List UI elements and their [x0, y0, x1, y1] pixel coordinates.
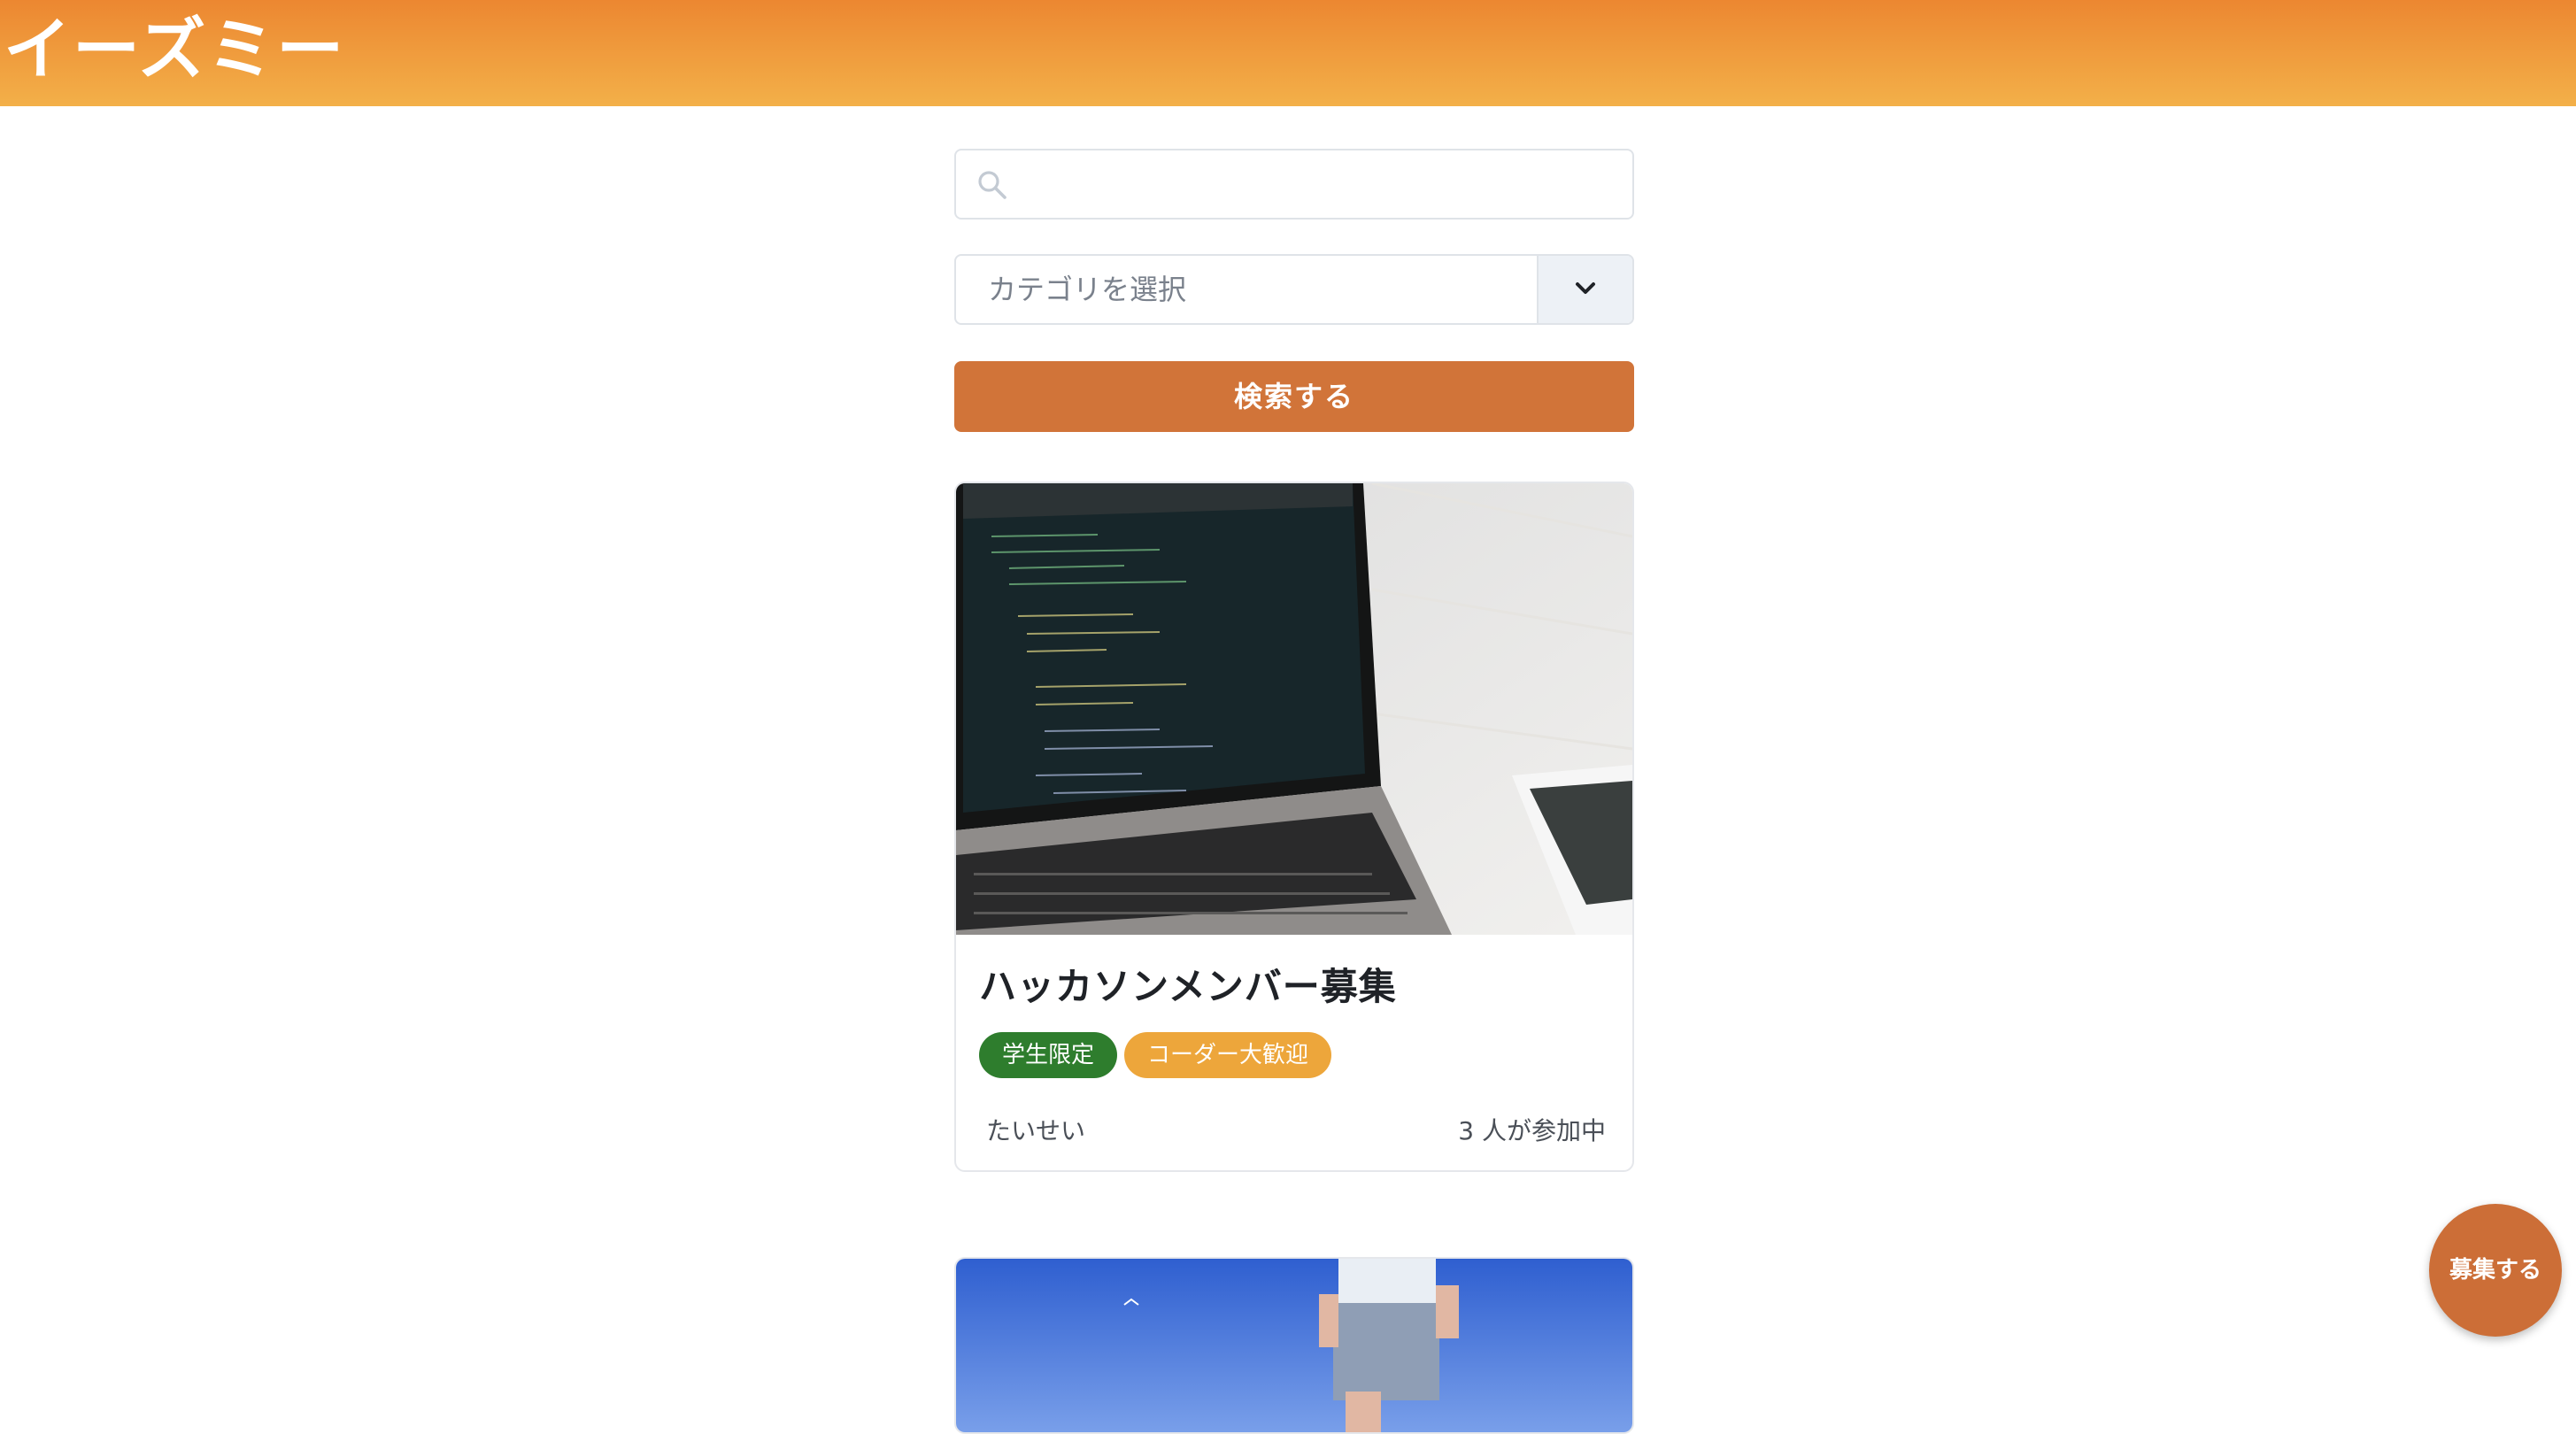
app-header: イーズミー [0, 0, 2576, 106]
search-input[interactable] [1023, 158, 1616, 211]
participant-count: 3 人が参加中 [1458, 1116, 1606, 1145]
category-select[interactable]: カテゴリを選択 [954, 254, 1634, 325]
tag-student-only: 学生限定 [979, 1032, 1118, 1078]
tag-coder-welcome: コーダー大歓迎 [1124, 1032, 1332, 1078]
recruitment-card-partial[interactable] [954, 1257, 1634, 1434]
search-icon [978, 171, 1006, 199]
card-title[interactable]: ハッカソンメンバー募集 [979, 957, 1397, 1011]
card-image-runner [956, 1259, 1632, 1432]
card-author: たいせい [986, 1116, 1086, 1145]
search-button[interactable]: 検索する [954, 361, 1634, 432]
category-dropdown-button[interactable] [1537, 256, 1632, 323]
recruit-fab-button[interactable]: 募集する [2429, 1204, 2562, 1337]
category-select-value: カテゴリを選択 [988, 273, 1187, 306]
brand-logo[interactable]: イーズミー [4, 5, 345, 94]
card-image-laptop [956, 483, 1632, 935]
search-field[interactable] [954, 149, 1634, 220]
chevron-down-icon [1576, 282, 1595, 294]
recruitment-card[interactable]: ハッカソンメンバー募集 学生限定 コーダー大歓迎 たいせい 3 人が参加中 [954, 482, 1634, 1172]
